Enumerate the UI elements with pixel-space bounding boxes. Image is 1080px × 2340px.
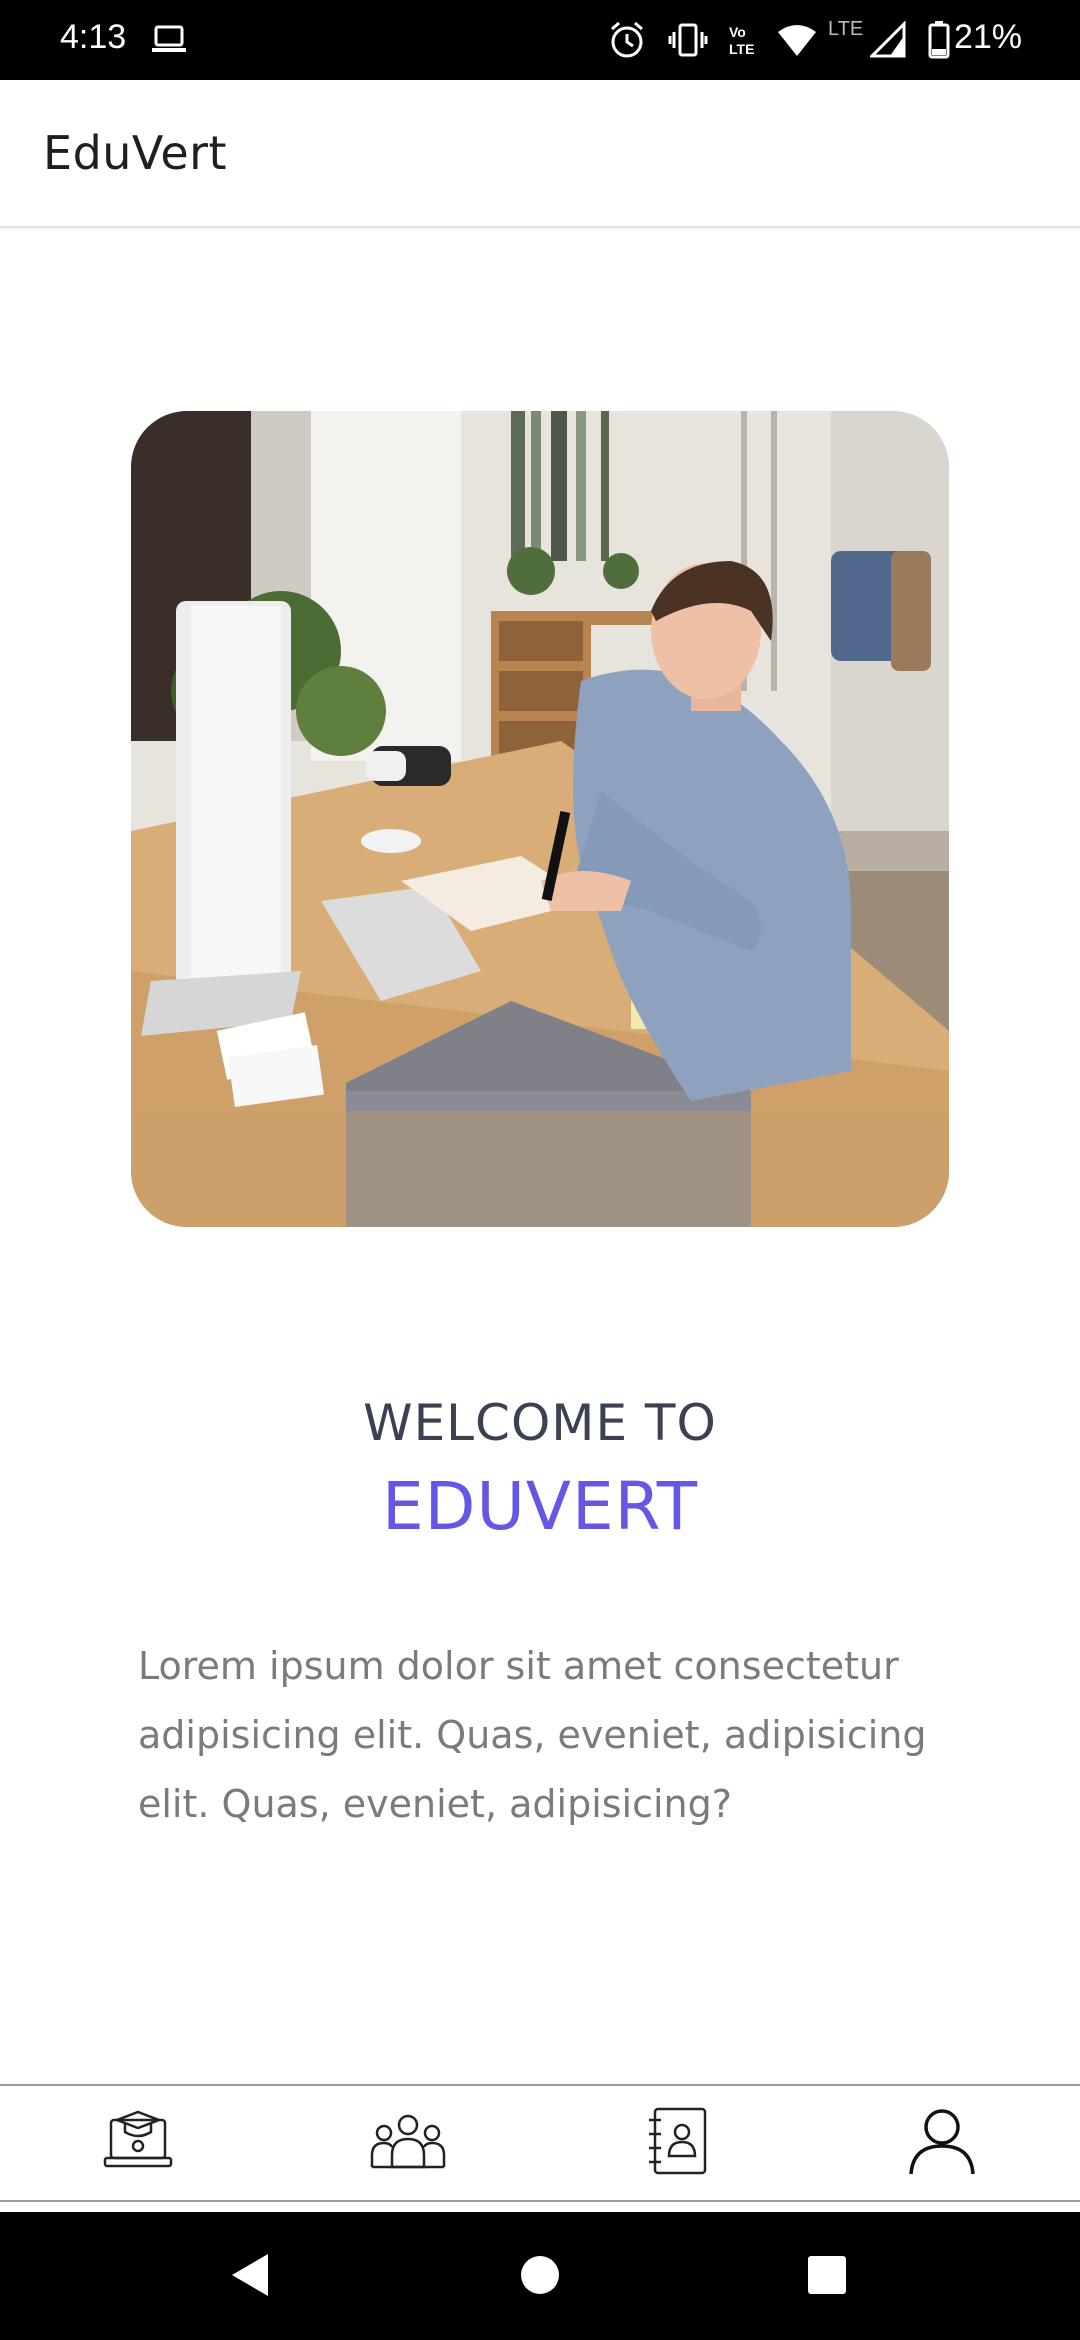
welcome-heading: WELCOME TO: [363, 1394, 717, 1452]
nav-profile[interactable]: [882, 2098, 1002, 2188]
system-navigation-bar: [0, 2212, 1080, 2340]
community-icon: [368, 2111, 448, 2175]
app-title: EduVert: [43, 126, 228, 180]
status-time: 4:13: [60, 18, 127, 56]
brand-heading: EDUVERT: [381, 1468, 699, 1545]
laptop-icon: [150, 20, 188, 62]
nav-contacts[interactable]: [618, 2098, 738, 2188]
nav-courses[interactable]: [78, 2098, 198, 2188]
nav-community[interactable]: [348, 2098, 468, 2188]
hero-image: [131, 411, 949, 1227]
home-button[interactable]: [505, 2242, 575, 2312]
back-button[interactable]: [215, 2242, 285, 2312]
contacts-book-icon: [645, 2106, 711, 2180]
online-course-icon: [103, 2108, 173, 2178]
wifi-icon: [776, 20, 818, 64]
alarm-icon: [608, 20, 646, 64]
svg-text:Vo: Vo: [729, 24, 746, 40]
app-bar: EduVert: [0, 80, 1080, 228]
home-icon: [520, 2255, 560, 2299]
volte-icon: Vo LTE: [726, 20, 764, 64]
bottom-navigation: [0, 2084, 1080, 2202]
svg-text:LTE: LTE: [729, 41, 754, 57]
profile-icon: [907, 2106, 977, 2180]
battery-percent: 21%: [953, 18, 1022, 56]
signal-icon: [868, 20, 908, 64]
recents-icon: [807, 2255, 847, 2299]
recents-button[interactable]: [792, 2242, 862, 2312]
back-icon: [228, 2252, 272, 2302]
network-type: LTE: [828, 18, 864, 40]
battery-icon: [928, 20, 950, 64]
welcome-description: Lorem ipsum dolor sit amet consectetur a…: [138, 1644, 927, 1826]
vibrate-icon: [668, 20, 708, 64]
status-bar: 4:13 Vo LTE LTE 21%: [0, 0, 1080, 80]
